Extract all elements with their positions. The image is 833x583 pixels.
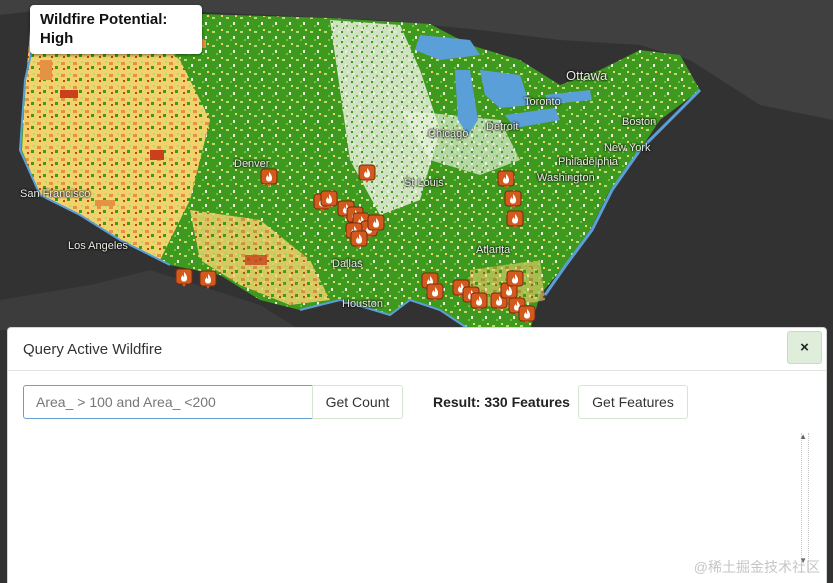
city-label: Washington xyxy=(537,172,595,184)
city-label: Los Angeles xyxy=(68,240,128,252)
fire-marker-icon[interactable] xyxy=(350,230,368,250)
panel-header: Query Active Wildfire × xyxy=(8,328,826,371)
fire-marker-icon[interactable] xyxy=(260,168,278,188)
city-label: Toronto xyxy=(524,96,561,108)
wildfire-potential-popup: Wildfire Potential: High xyxy=(30,5,202,54)
fire-marker-icon[interactable] xyxy=(506,210,524,230)
get-count-button[interactable]: Get Count xyxy=(312,385,403,419)
panel-title: Query Active Wildfire xyxy=(23,341,163,358)
city-label: Detroit xyxy=(486,121,519,133)
city-label: Boston xyxy=(622,116,657,128)
city-label: Denver xyxy=(234,158,270,170)
fire-marker-icon[interactable] xyxy=(358,164,376,184)
result-count-text: Result: 330 Features xyxy=(433,394,570,410)
query-panel: Query Active Wildfire × Get Count Result… xyxy=(7,327,827,583)
city-label: Atlanta xyxy=(476,244,511,256)
watermark: @稀土掘金技术社区 xyxy=(693,559,820,575)
city-label: Chicago xyxy=(428,128,469,140)
city-label: Ottawa xyxy=(566,68,608,83)
close-button[interactable]: × xyxy=(787,331,822,364)
scroll-up-arrow-icon[interactable]: ▲ xyxy=(799,432,807,441)
fire-marker-icon[interactable] xyxy=(199,270,217,290)
fire-marker-icon[interactable] xyxy=(497,170,515,190)
city-label: San Francisco xyxy=(20,188,91,200)
where-clause-input[interactable] xyxy=(23,385,313,419)
fire-marker-icon[interactable] xyxy=(367,214,385,234)
get-features-button[interactable]: Get Features xyxy=(578,385,688,419)
fire-marker-icon[interactable] xyxy=(175,268,193,288)
fire-marker-icon[interactable] xyxy=(504,190,522,210)
close-icon: × xyxy=(800,339,809,356)
results-scrollbar[interactable] xyxy=(801,433,809,573)
city-label: New York xyxy=(604,142,651,154)
legend-line-1: Wildfire Potential: xyxy=(40,11,168,28)
fire-marker-icon[interactable] xyxy=(320,190,338,210)
fire-marker-icon[interactable] xyxy=(426,283,444,303)
fire-marker-icon[interactable] xyxy=(470,292,488,312)
city-label: Philadelphia xyxy=(558,156,618,168)
app-window: Ottawa Toronto Boston Chicago Detroit New Yor… xyxy=(0,0,833,583)
fire-marker-icon[interactable] xyxy=(518,305,536,325)
legend-line-2: High xyxy=(40,30,74,47)
city-label: St Louis xyxy=(404,177,444,189)
city-label: Dallas xyxy=(332,258,363,270)
city-label: Houston xyxy=(342,298,383,310)
fire-marker-icon[interactable] xyxy=(506,270,524,290)
